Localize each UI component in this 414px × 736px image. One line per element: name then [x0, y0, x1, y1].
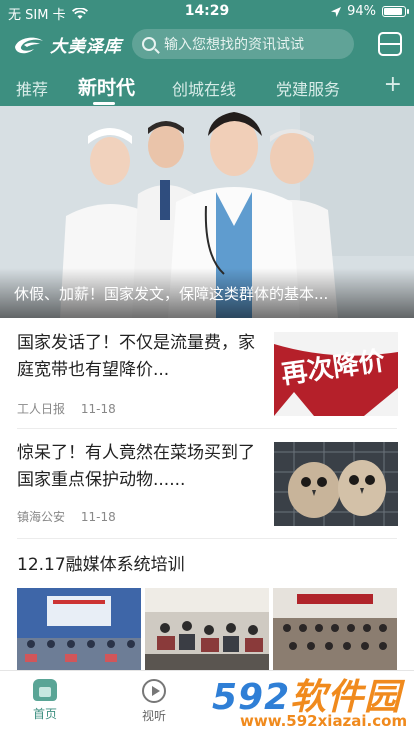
news-item[interactable]: 国家发话了！不仅是流量费，家庭宽带也有望降价... 工人日报 11-18 再次降…: [0, 318, 414, 428]
search-input[interactable]: 输入您想找的资讯试试: [132, 29, 354, 59]
status-bar: 无 SIM 卡 14:29 94%: [0, 0, 414, 23]
classroom-photo: [145, 588, 269, 672]
app-logo[interactable]: 大美泽库: [12, 30, 122, 58]
price-cut-graphic: 再次降价: [274, 332, 398, 416]
home-icon: [33, 679, 57, 701]
hero-caption: 休假、加薪！国家发文，保障这类群体的基本...: [14, 285, 329, 303]
gallery-image[interactable]: [273, 588, 397, 672]
menu-button[interactable]: [378, 32, 402, 56]
section-title[interactable]: 12.17融媒体系统培训: [17, 550, 185, 575]
nav-audio-video-label: 视听: [141, 709, 166, 723]
play-icon: [142, 679, 166, 703]
nav-audio-video[interactable]: 视听: [124, 679, 184, 724]
news-thumbnail: 再次降价: [274, 332, 398, 416]
battery-percent: 94%: [347, 4, 376, 19]
gallery-image[interactable]: [17, 588, 141, 672]
logo-text: 大美泽库: [50, 36, 122, 57]
status-right: 94%: [331, 4, 409, 19]
news-date: 11-18: [80, 510, 116, 524]
divider: [17, 538, 397, 539]
gallery-image[interactable]: [145, 588, 269, 672]
app-header: 无 SIM 卡 14:29 94% 大美泽库 输入您想找的资讯试试 推荐 新时代…: [0, 0, 414, 106]
news-title: 惊呆了！有人竟然在菜场买到了国家重点保护动物......: [17, 443, 255, 490]
battery-level: [384, 8, 402, 15]
nav-home[interactable]: 首页: [15, 679, 75, 722]
search-icon: [142, 37, 156, 51]
watermark: 592软件园 www.592xiazai.com: [202, 668, 414, 736]
training-hall-photo: [17, 588, 141, 672]
news-source: 工人日报: [17, 402, 66, 416]
hero-banner[interactable]: 休假、加薪！国家发文，保障这类群体的基本...: [0, 106, 414, 318]
tab-city-online[interactable]: 创城在线: [172, 76, 236, 100]
search-placeholder: 输入您想找的资讯试试: [164, 37, 304, 53]
news-date: 11-18: [80, 402, 116, 416]
tab-new-era[interactable]: 新时代: [78, 73, 135, 100]
news-thumbnail: [274, 442, 398, 526]
tab-recommend[interactable]: 推荐: [16, 76, 48, 100]
tab-party-service[interactable]: 党建服务: [276, 76, 340, 100]
channel-tabs: 推荐 新时代 创城在线 党建服务 +: [0, 70, 414, 106]
section-gallery: [17, 588, 397, 672]
news-title: 国家发话了！不仅是流量费，家庭宽带也有望降价...: [17, 333, 255, 380]
battery-icon: [382, 6, 409, 17]
news-item[interactable]: 惊呆了！有人竟然在菜场买到了国家重点保护动物...... 镇海公安 11-18: [0, 428, 414, 538]
active-tab-indicator: [93, 102, 115, 105]
add-channel-icon[interactable]: +: [384, 72, 402, 97]
news-meta: 镇海公安 11-18: [17, 508, 116, 525]
owl-chicks-graphic: [274, 442, 398, 526]
logo-swirl-icon: [15, 37, 43, 54]
watermark-url: www.592xiazai.com: [240, 712, 408, 730]
meeting-room-photo: [273, 588, 397, 672]
news-meta: 工人日报 11-18: [17, 400, 116, 417]
top-bar: 大美泽库 输入您想找的资讯试试: [0, 26, 414, 62]
nav-home-label: 首页: [32, 707, 57, 721]
location-arrow-icon: [331, 6, 342, 17]
news-source: 镇海公安: [17, 510, 66, 524]
